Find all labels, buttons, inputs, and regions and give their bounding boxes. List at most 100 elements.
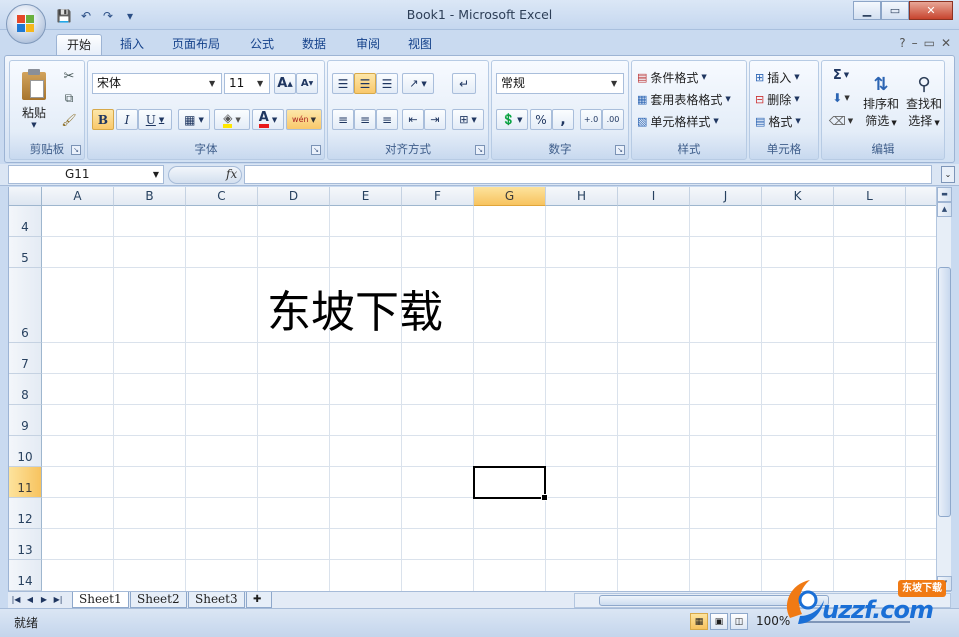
align-bottom-icon[interactable]: ☰ bbox=[376, 73, 398, 94]
increase-decimal-button[interactable]: +.0 bbox=[580, 109, 602, 130]
orientation-icon[interactable]: ↗ ▼ bbox=[402, 73, 434, 94]
wrap-text-icon[interactable]: ↵ bbox=[452, 73, 476, 94]
expand-formula-bar-icon[interactable]: ⌄ bbox=[941, 166, 955, 183]
fill-icon[interactable]: ⬇ ▼ bbox=[826, 88, 856, 108]
active-cell-g11[interactable] bbox=[473, 466, 548, 501]
column-header-c[interactable]: C bbox=[186, 187, 258, 206]
maximize-button[interactable]: ▭ bbox=[881, 1, 909, 20]
font-name-select[interactable]: 宋体 ▼ bbox=[92, 73, 222, 94]
row-header-9[interactable]: 9 bbox=[9, 405, 42, 436]
font-launcher-icon[interactable]: ↘ bbox=[311, 145, 321, 155]
workbook-restore-icon[interactable]: ▭ bbox=[924, 36, 935, 50]
alignment-launcher-icon[interactable]: ↘ bbox=[475, 145, 485, 155]
sheet-tab-sheet2[interactable]: Sheet2 bbox=[130, 592, 187, 608]
close-button[interactable]: ✕ bbox=[909, 1, 953, 20]
underline-button[interactable]: U ▼ bbox=[138, 109, 172, 130]
workbook-close-icon[interactable]: ✕ bbox=[941, 36, 951, 50]
tab-view[interactable]: 视图 bbox=[398, 34, 442, 56]
sheet-tab-sheet1[interactable]: Sheet1 bbox=[72, 592, 129, 608]
minimize-button[interactable]: ▁ bbox=[853, 1, 881, 20]
align-right-icon[interactable]: ≡ bbox=[376, 109, 398, 130]
last-sheet-icon[interactable]: ▶| bbox=[52, 593, 64, 607]
autosum-button[interactable]: Σ ▼ bbox=[826, 65, 856, 85]
row-header-14[interactable]: 14 bbox=[9, 560, 42, 591]
normal-view-icon[interactable]: ▦ bbox=[690, 613, 708, 630]
tab-formulas[interactable]: 公式 bbox=[240, 34, 284, 56]
copy-icon[interactable]: ⧉ bbox=[60, 89, 78, 107]
help-icon[interactable]: ? bbox=[899, 36, 905, 50]
column-header-b[interactable]: B bbox=[114, 187, 186, 206]
column-header-g[interactable]: G bbox=[474, 187, 546, 206]
insert-function-icon[interactable]: fx bbox=[226, 167, 237, 181]
split-box-icon[interactable]: ▬ bbox=[937, 187, 952, 202]
row-header-12[interactable]: 12 bbox=[9, 498, 42, 529]
shrink-font-button[interactable]: A ▼ bbox=[296, 73, 318, 94]
sheet-tab-sheet3[interactable]: Sheet3 bbox=[188, 592, 245, 608]
column-header-a[interactable]: A bbox=[42, 187, 114, 206]
row-header-10[interactable]: 10 bbox=[9, 436, 42, 467]
percent-button[interactable]: % bbox=[530, 109, 552, 130]
phonetic-guide-button[interactable]: wén ▼ bbox=[286, 109, 322, 130]
formula-input[interactable] bbox=[244, 165, 932, 184]
tab-page-layout[interactable]: 页面布局 bbox=[162, 34, 230, 56]
workbook-minimize-icon[interactable]: – bbox=[912, 36, 918, 50]
align-top-icon[interactable]: ☰ bbox=[332, 73, 354, 94]
align-center-icon[interactable]: ≡ bbox=[354, 109, 376, 130]
column-header-h[interactable]: H bbox=[546, 187, 618, 206]
row-header-5[interactable]: 5 bbox=[9, 237, 42, 268]
italic-button[interactable]: I bbox=[116, 109, 138, 130]
row-header-11[interactable]: 11 bbox=[9, 467, 42, 498]
row-header-13[interactable]: 13 bbox=[9, 529, 42, 560]
insert-sheet-icon[interactable]: ✚ bbox=[246, 592, 272, 608]
format-painter-icon[interactable]: 🖌 bbox=[60, 111, 78, 129]
clipboard-launcher-icon[interactable]: ↘ bbox=[71, 145, 81, 155]
font-color-button[interactable]: A ▼ bbox=[252, 109, 284, 130]
column-header-j[interactable]: J bbox=[690, 187, 762, 206]
sort-filter-button[interactable]: ⇅ 排序和 筛选 ▼ bbox=[860, 65, 902, 137]
tab-review[interactable]: 审阅 bbox=[346, 34, 390, 56]
borders-icon[interactable]: ▦ ▼ bbox=[178, 109, 210, 130]
next-sheet-icon[interactable]: ▶ bbox=[38, 593, 50, 607]
column-header-f[interactable]: F bbox=[402, 187, 474, 206]
decrease-decimal-button[interactable]: .00 bbox=[602, 109, 624, 130]
column-header-d[interactable]: D bbox=[258, 187, 330, 206]
prev-sheet-icon[interactable]: ◀ bbox=[24, 593, 36, 607]
cell-d6-content[interactable]: 东坡下载 bbox=[267, 288, 443, 338]
name-box[interactable]: G11 ▼ bbox=[8, 165, 164, 184]
number-launcher-icon[interactable]: ↘ bbox=[615, 145, 625, 155]
tab-insert[interactable]: 插入 bbox=[110, 34, 154, 56]
align-left-icon[interactable]: ≡ bbox=[332, 109, 354, 130]
select-all-button[interactable] bbox=[9, 187, 42, 206]
row-header-6[interactable]: 6 bbox=[9, 268, 42, 343]
format-as-table-button[interactable]: ▦ 套用表格格式 ▼ bbox=[636, 89, 746, 109]
decrease-indent-icon[interactable]: ⇤ bbox=[402, 109, 424, 130]
scroll-up-icon[interactable]: ▲ bbox=[937, 202, 952, 217]
align-middle-icon[interactable]: ☰ bbox=[354, 73, 376, 94]
merge-center-icon[interactable]: ⊞ ▼ bbox=[452, 109, 484, 130]
cell-styles-button[interactable]: ▧ 单元格样式 ▼ bbox=[636, 111, 746, 131]
tab-home[interactable]: 开始 bbox=[56, 34, 103, 56]
first-sheet-icon[interactable]: |◀ bbox=[10, 593, 22, 607]
cut-icon[interactable]: ✂ bbox=[60, 67, 78, 85]
column-header-e[interactable]: E bbox=[330, 187, 402, 206]
format-cells-button[interactable]: ▤ 格式 ▼ bbox=[754, 111, 818, 131]
vertical-scrollbar[interactable]: ▬ ▲ ▼ bbox=[936, 187, 952, 591]
row-header-4[interactable]: 4 bbox=[9, 206, 42, 237]
office-button[interactable] bbox=[6, 4, 46, 44]
find-select-button[interactable]: ⚲ 查找和 选择 ▼ bbox=[904, 65, 944, 137]
vertical-scroll-thumb[interactable] bbox=[938, 267, 951, 517]
paste-button[interactable]: 粘贴 ▼ bbox=[16, 65, 52, 135]
worksheet-grid[interactable]: A B C D E F G H I J K L 4 5 6 7 8 9 10 1… bbox=[8, 187, 936, 591]
clear-icon[interactable]: ⌫ ▼ bbox=[826, 111, 856, 131]
tab-data[interactable]: 数据 bbox=[292, 34, 336, 56]
row-header-7[interactable]: 7 bbox=[9, 343, 42, 374]
column-header-k[interactable]: K bbox=[762, 187, 834, 206]
font-size-select[interactable]: 11 ▼ bbox=[224, 73, 270, 94]
grow-font-button[interactable]: A ▲ bbox=[274, 73, 296, 94]
number-format-select[interactable]: 常规 ▼ bbox=[496, 73, 624, 94]
comma-button[interactable]: , bbox=[552, 109, 574, 130]
currency-icon[interactable]: 💲 ▼ bbox=[496, 109, 528, 130]
conditional-format-button[interactable]: ▤ 条件格式 ▼ bbox=[636, 67, 746, 87]
bold-button[interactable]: B bbox=[92, 109, 114, 130]
column-header-i[interactable]: I bbox=[618, 187, 690, 206]
